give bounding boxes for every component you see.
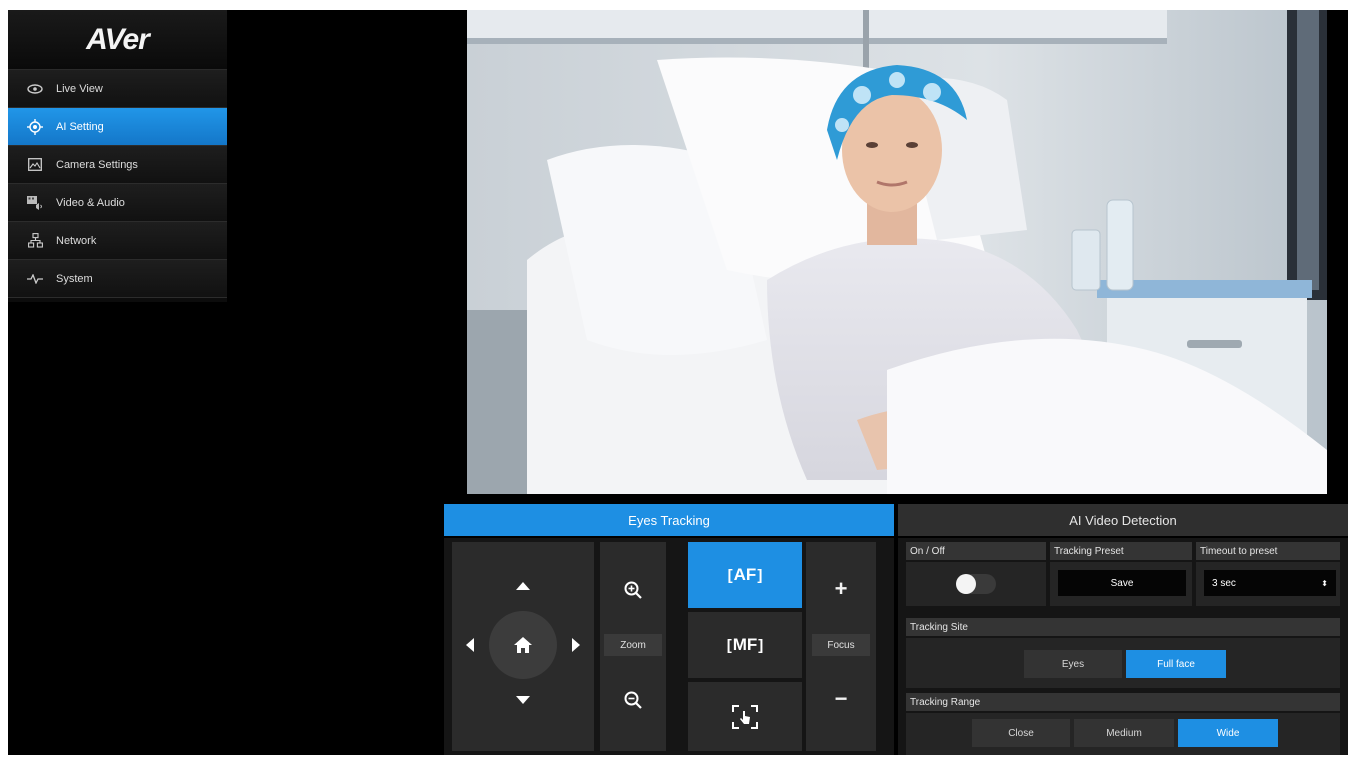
pulse-icon — [26, 271, 44, 287]
zoom-out-icon — [624, 691, 642, 709]
af-label: AF — [733, 565, 757, 584]
zoom-in-button[interactable] — [600, 574, 666, 606]
home-icon — [514, 637, 532, 653]
eye-icon — [26, 81, 44, 97]
sidebar-item-label: Live View — [56, 82, 103, 95]
focus-column: + Focus − — [806, 542, 876, 751]
target-icon — [26, 118, 44, 135]
sidebar-item-system[interactable]: System — [8, 260, 227, 298]
zoom-in-icon — [624, 581, 642, 599]
sidebar-item-network[interactable]: Network — [8, 222, 227, 260]
sidebar-item-video-audio[interactable]: Video & Audio — [8, 184, 227, 222]
timeout-value: 3 sec — [1212, 577, 1236, 589]
focus-label: Focus — [812, 634, 870, 656]
timeout-select[interactable]: 3 sec ⬍ — [1204, 570, 1336, 596]
tracking-range-cell: Close Medium Wide — [906, 713, 1340, 755]
pan-right-button[interactable] — [572, 638, 580, 652]
tab-bar: Eyes Tracking AI Video Detection — [444, 504, 1348, 536]
tracking-site-header: Tracking Site — [906, 618, 1340, 636]
tracking-settings-panel: On / Off Tracking Preset Save Timeout to… — [898, 538, 1348, 755]
zoom-column: Zoom — [600, 542, 666, 751]
image-icon — [26, 157, 44, 173]
tracking-range-header: Tracking Range — [906, 693, 1340, 711]
select-arrows-icon: ⬍ — [1321, 578, 1328, 588]
brand-logo: AVer — [86, 22, 150, 56]
sidebar-item-label: System — [56, 272, 93, 285]
tracking-preset-cell: Save — [1050, 562, 1192, 606]
range-option-close[interactable]: Close — [972, 719, 1070, 747]
zoom-label: Zoom — [604, 634, 662, 656]
mf-label: MF — [732, 635, 758, 654]
sidebar-item-label: Video & Audio — [56, 196, 125, 209]
site-option-eyes[interactable]: Eyes — [1024, 650, 1122, 678]
mf-bracket-right-icon: ] — [758, 636, 764, 654]
pan-left-button[interactable] — [466, 638, 474, 652]
tracking-preset-header: Tracking Preset — [1050, 542, 1192, 560]
app-window: AVer Live View AI Setting Camera Setting… — [8, 10, 1348, 755]
sidebar-item-live-view[interactable]: Live View — [8, 70, 227, 108]
ptz-control-panel: Zoom [AF] [MF] + Focus − — [444, 538, 894, 755]
touch-focus-icon — [732, 704, 758, 729]
focus-plus-button[interactable]: + — [806, 572, 876, 606]
manual-focus-button[interactable]: [MF] — [688, 612, 802, 678]
tab-eyes-tracking[interactable]: Eyes Tracking — [444, 504, 894, 536]
range-option-medium[interactable]: Medium — [1074, 719, 1174, 747]
sidebar-item-label: Network — [56, 234, 97, 247]
toggle-knob — [956, 574, 976, 594]
save-preset-label: Save — [1110, 577, 1134, 589]
tracking-site-cell: Eyes Full face — [906, 638, 1340, 688]
on-off-cell — [906, 562, 1046, 606]
mf-bracket-left-icon: [ — [726, 636, 732, 654]
touch-focus-button[interactable] — [688, 682, 802, 751]
timeout-cell: 3 sec ⬍ — [1196, 562, 1340, 606]
pan-up-button[interactable] — [516, 582, 530, 590]
range-option-wide[interactable]: Wide — [1178, 719, 1278, 747]
sidebar-item-camera-settings[interactable]: Camera Settings — [8, 146, 227, 184]
sidebar-item-label: Camera Settings — [56, 158, 138, 171]
timeout-header: Timeout to preset — [1196, 542, 1340, 560]
direction-pad — [452, 542, 594, 751]
live-video-feed — [467, 10, 1327, 494]
sidebar-item-label: AI Setting — [56, 120, 104, 133]
pan-down-button[interactable] — [516, 696, 530, 704]
video-frame-image — [467, 10, 1327, 494]
af-bracket-right-icon: ] — [757, 566, 763, 584]
focus-minus-button[interactable]: − — [806, 682, 876, 716]
home-button[interactable] — [489, 611, 557, 679]
on-off-header: On / Off — [906, 542, 1046, 560]
network-icon — [26, 233, 44, 249]
site-option-full-face[interactable]: Full face — [1126, 650, 1226, 678]
zoom-out-button[interactable] — [600, 684, 666, 716]
sidebar-item-ai-setting[interactable]: AI Setting — [8, 108, 227, 146]
on-off-toggle[interactable] — [956, 574, 996, 594]
video-audio-icon — [26, 195, 44, 211]
af-bracket-left-icon: [ — [727, 566, 733, 584]
sidebar: AVer Live View AI Setting Camera Setting… — [8, 10, 227, 302]
tab-ai-video-detection[interactable]: AI Video Detection — [898, 504, 1348, 536]
logo-box: AVer — [8, 10, 227, 70]
save-preset-button[interactable]: Save — [1058, 570, 1186, 596]
auto-focus-button[interactable]: [AF] — [688, 542, 802, 608]
